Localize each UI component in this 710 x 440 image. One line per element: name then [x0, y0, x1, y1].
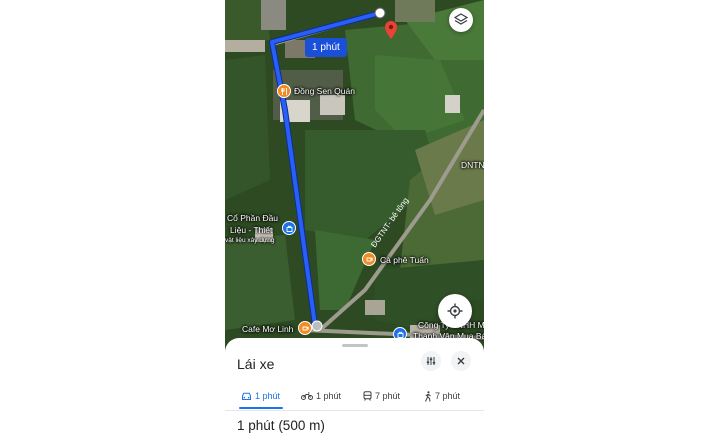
poi-label-ca-phe-tuan[interactable]: Cà phê Tuấn — [380, 255, 429, 265]
active-tab-indicator — [239, 407, 283, 409]
poi-label-co-phan-3: vật liệu xây dựng — [225, 237, 275, 244]
route-duration-badge[interactable]: 1 phút — [305, 38, 347, 57]
tab-motorbike-label: 1 phút — [316, 391, 342, 401]
transit-icon — [363, 391, 372, 401]
poi-label-dong-sen[interactable]: Đồng Sen Quán — [294, 86, 355, 96]
poi-label-cafe-mo-linh[interactable]: Cafe Mơ Linh — [242, 324, 293, 334]
sheet-title: Lái xe — [237, 356, 275, 372]
crosshair-icon — [447, 303, 463, 319]
tab-walking[interactable]: 7 phút — [424, 387, 460, 405]
phone-screen: ĐGTNT- bê tông 1 phút Đồng Sen Quán Cổ P… — [225, 0, 484, 440]
shop-pin-icon[interactable] — [282, 221, 296, 235]
cafe-pin-icon[interactable] — [298, 321, 312, 335]
my-location-button[interactable] — [438, 294, 472, 328]
restaurant-pin-icon[interactable] — [277, 84, 291, 98]
tab-motorbike[interactable]: 1 phút — [301, 387, 341, 405]
poi-label-edge: DNTN — [461, 160, 484, 170]
close-icon — [457, 357, 465, 365]
tab-walking-label: 7 phút — [435, 391, 461, 401]
poi-label-co-phan-1[interactable]: Cổ Phần Đầu — [227, 213, 278, 223]
layers-button[interactable] — [449, 8, 473, 32]
close-button[interactable] — [451, 351, 471, 371]
destination-pin-icon[interactable] — [385, 21, 397, 39]
tab-transit-label: 7 phút — [375, 391, 401, 401]
tab-driving[interactable]: 1 phút — [241, 387, 280, 405]
drag-handle[interactable] — [342, 344, 368, 347]
route-summary-distance: (500 m) — [278, 418, 325, 433]
sliders-icon — [426, 357, 436, 365]
route-options-button[interactable] — [421, 351, 441, 371]
walking-icon — [425, 390, 431, 402]
motorbike-icon — [301, 392, 313, 400]
layers-icon — [454, 13, 468, 25]
poi-label-co-phan-2[interactable]: Liệu - Thiết — [230, 225, 272, 235]
route-summary: 1 phút (500 m) — [237, 418, 325, 433]
directions-bottom-sheet[interactable]: Lái xe 1 phút 1 phút 7 phút 7 phút 1 phú… — [225, 338, 484, 440]
tab-driving-label: 1 phút — [255, 391, 281, 401]
cafe-pin-icon[interactable] — [362, 252, 376, 266]
route-summary-time: 1 phút — [237, 418, 275, 433]
tab-transit[interactable]: 7 phút — [363, 387, 400, 405]
travel-mode-tabs: 1 phút 1 phút 7 phút 7 phút — [225, 384, 484, 411]
car-icon — [242, 392, 251, 400]
